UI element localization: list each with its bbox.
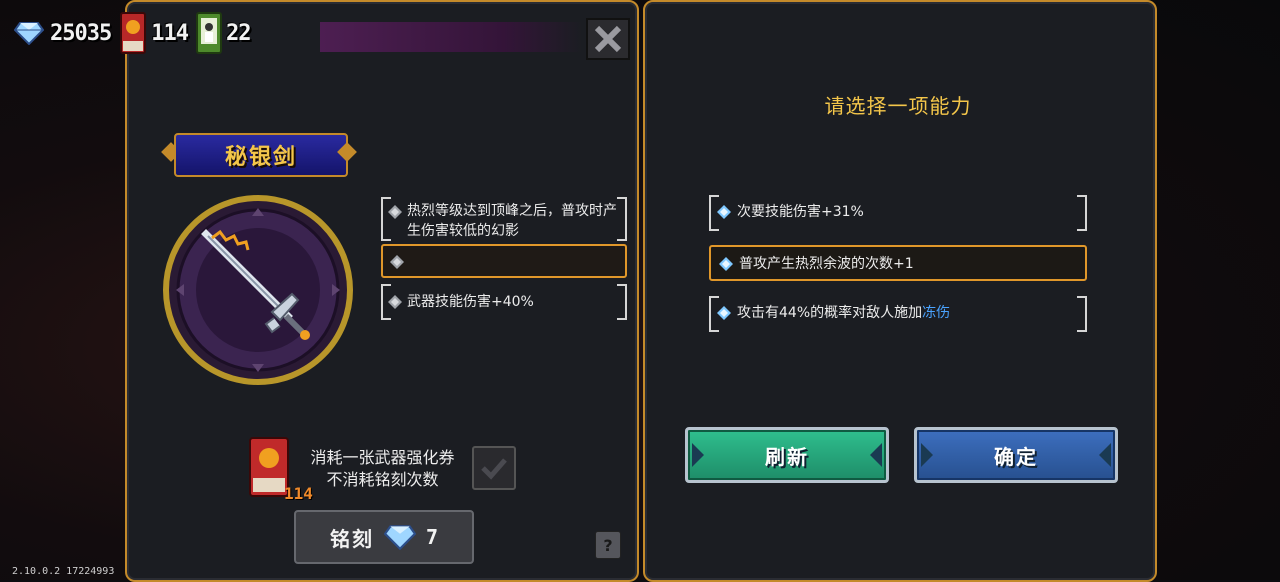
- check-icon: [481, 458, 507, 480]
- choice-prompt: 请选择一项能力: [824, 94, 972, 118]
- consume-line-1: 消耗一张武器强化券: [310, 448, 455, 467]
- gem-counter: 25035: [14, 20, 112, 46]
- confirm-label: 确定: [994, 444, 1038, 469]
- card-counter: 22: [195, 12, 251, 54]
- ability-option-3[interactable]: 攻击有44%的概率对敌人施加冻伤: [709, 296, 1087, 332]
- slot-bracket-left: [381, 197, 391, 241]
- slot-bracket-right: [617, 284, 627, 320]
- ticket-icon: [120, 12, 147, 54]
- gem-count: 25035: [50, 20, 112, 46]
- ability-choice-panel: [643, 0, 1157, 582]
- affix-slot-3[interactable]: 武器技能伤害+40%: [381, 284, 627, 320]
- slot-bracket-right: [617, 197, 627, 241]
- card-icon: [195, 12, 222, 54]
- affix-slot-1[interactable]: 热烈等级达到顶峰之后，普攻时产生伤害较低的幻影: [381, 197, 627, 241]
- refresh-button[interactable]: 刷新: [685, 427, 889, 483]
- use-ticket-checkbox[interactable]: [472, 446, 516, 490]
- ticket-count: 114: [151, 20, 189, 46]
- weapon-display: [163, 195, 353, 385]
- engrave-cost: 7: [425, 525, 439, 549]
- option-diamond-icon: [717, 306, 731, 320]
- ability-option-1[interactable]: 次要技能伤害+31%: [709, 195, 1087, 231]
- arrow-right-icon: [870, 443, 882, 467]
- option-diamond-icon: [717, 205, 731, 219]
- engrave-label: 铭刻: [329, 526, 374, 551]
- confirm-button[interactable]: 确定: [914, 427, 1118, 483]
- close-icon: [594, 25, 622, 53]
- affix-diamond-icon: [390, 255, 404, 269]
- affix-slot-2[interactable]: [381, 244, 627, 278]
- arrow-left-icon: [921, 443, 933, 467]
- card-count: 22: [225, 20, 251, 46]
- gem-icon: [383, 525, 416, 550]
- consume-ticket-text: 消耗一张武器强化券 不消耗铭刻次数: [300, 447, 465, 491]
- affix-text-1: 热烈等级达到顶峰之后，普攻时产生伤害较低的幻影: [407, 203, 617, 239]
- weapon-name-background: 秘银剑: [174, 133, 348, 177]
- affix-diamond-icon: [388, 295, 402, 309]
- consume-line-2: 不消耗铭刻次数: [326, 470, 439, 489]
- weapon-name: 秘银剑: [224, 145, 297, 170]
- arrow-left-icon: [692, 443, 704, 467]
- weapon-name-plate: 秘银剑: [161, 131, 357, 177]
- help-button[interactable]: ?: [595, 531, 621, 559]
- option-bracket-right: [1077, 296, 1087, 332]
- currency-bar: 25035 114 22: [14, 10, 258, 56]
- option-bracket-right: [1077, 195, 1087, 231]
- option-diamond-icon: [719, 257, 733, 271]
- gem-icon: [14, 22, 44, 45]
- ability-option-2[interactable]: 普攻产生热烈余波的次数+1: [709, 245, 1087, 281]
- decor-strip: [320, 22, 582, 52]
- ticket-counter: 114: [119, 11, 189, 55]
- affix-diamond-icon: [388, 205, 402, 219]
- engrave-button[interactable]: 铭刻 7: [294, 510, 474, 564]
- arrow-right-icon: [1099, 443, 1111, 467]
- option-text-3-prefix: 攻击有44%的概率对敌人施加: [737, 305, 923, 321]
- close-button[interactable]: [586, 18, 630, 60]
- version-text: 2.10.0.2 17224993: [12, 566, 115, 577]
- help-icon: ?: [603, 535, 613, 555]
- option-text-2: 普攻产生热烈余波的次数+1: [739, 256, 914, 272]
- refresh-label: 刷新: [765, 444, 809, 469]
- option-text-1: 次要技能伤害+31%: [737, 204, 864, 220]
- affix-text-3: 武器技能伤害+40%: [407, 294, 534, 310]
- option-text-3-keyword: 冻伤: [922, 305, 951, 321]
